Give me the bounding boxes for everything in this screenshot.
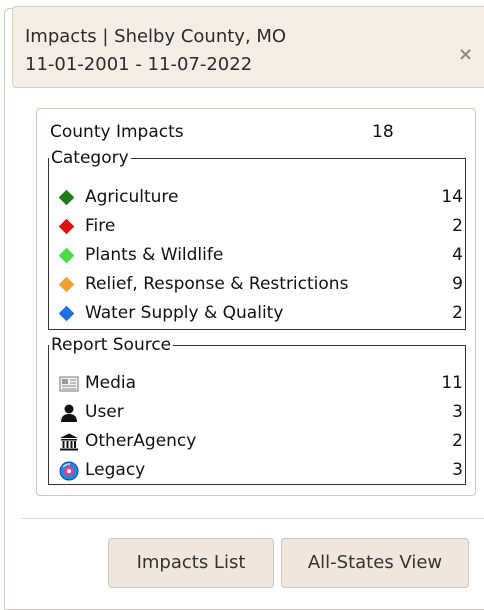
county-impacts-count: 18 [372, 122, 394, 142]
category-row-water: Water Supply & Quality 2 [55, 300, 465, 326]
source-count: 3 [452, 460, 463, 480]
footer-divider [22, 518, 484, 519]
category-count: 9 [452, 274, 463, 294]
source-row-user: User 3 [55, 399, 465, 425]
category-count: 2 [452, 303, 463, 323]
newspaper-icon [59, 376, 79, 392]
source-label: Legacy [85, 460, 146, 480]
category-label: Agriculture [85, 187, 179, 207]
source-label: OtherAgency [85, 431, 197, 451]
disc-icon [59, 461, 79, 481]
category-label: Relief, Response & Restrictions [85, 274, 349, 294]
category-label: Water Supply & Quality [85, 303, 284, 323]
dialog-date-range: 11-01-2001 - 11-07-2022 [25, 54, 253, 75]
category-row-plants-wildlife: Plants & Wildlife 4 [55, 242, 465, 268]
red-diamond-icon [58, 218, 75, 235]
source-count: 11 [441, 373, 463, 393]
dialog-title: Impacts | Shelby County, MO [25, 26, 287, 47]
source-row-legacy: Legacy 3 [55, 457, 465, 483]
category-label: Plants & Wildlife [85, 245, 224, 265]
source-row-otheragency: OtherAgency 2 [55, 428, 465, 454]
orange-diamond-icon [58, 276, 75, 293]
impacts-list-button[interactable]: Impacts List [108, 538, 274, 588]
report-source-group: Report Source Media 11 User 3 OtherAgenc… [48, 337, 466, 485]
user-icon [61, 404, 77, 422]
category-count: 14 [441, 187, 463, 207]
category-row-relief: Relief, Response & Restrictions 9 [55, 271, 465, 297]
blue-diamond-icon [58, 305, 75, 322]
category-count: 2 [452, 216, 463, 236]
category-row-fire: Fire 2 [55, 213, 465, 239]
category-legend: Category [51, 148, 129, 168]
building-icon [60, 433, 78, 451]
category-label: Fire [85, 216, 116, 236]
source-label: Media [85, 373, 137, 393]
source-count: 2 [452, 431, 463, 451]
lightgreen-diamond-icon [58, 247, 75, 264]
source-label: User [85, 402, 124, 422]
category-group: Category Agriculture 14 Fire 2 Plants & … [48, 150, 466, 330]
county-impacts-label: County Impacts [50, 122, 184, 142]
green-diamond-icon [58, 189, 75, 206]
category-count: 4 [452, 245, 463, 265]
all-states-view-button[interactable]: All-States View [281, 538, 469, 588]
report-source-legend: Report Source [51, 335, 172, 355]
close-icon[interactable]: × [458, 44, 473, 65]
source-row-media: Media 11 [55, 370, 465, 396]
dialog-titlebar [12, 6, 484, 88]
source-count: 3 [452, 402, 463, 422]
category-row-agriculture: Agriculture 14 [55, 184, 465, 210]
